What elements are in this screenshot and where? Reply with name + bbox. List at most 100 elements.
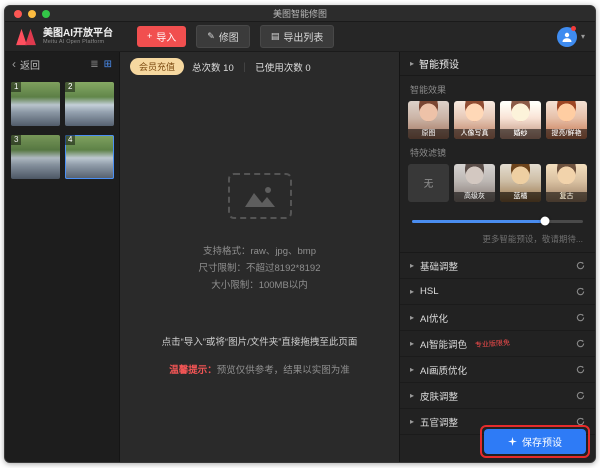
chevron-right-icon: ▸ <box>410 391 415 400</box>
effect-label: 婚纱 <box>500 129 541 139</box>
user-menu[interactable]: ▾ <box>556 25 585 47</box>
account-bar: 会员充值 总次数 10 ｜ 已使用次数 0 <box>120 52 399 81</box>
filter-item-label: 复古 <box>546 192 587 202</box>
back-arrow-icon: ‹ <box>12 57 16 71</box>
photo-thumbnail-3[interactable]: 3 <box>11 135 60 179</box>
chevron-right-icon: ▸ <box>410 59 415 68</box>
meitu-logo-icon <box>16 28 36 45</box>
section-label: 五官调整 <box>420 417 459 429</box>
section-ai-quality[interactable]: ▸ AI画质优化 <box>400 357 595 383</box>
section-ai-color[interactable]: ▸ AI智能调色 专业版限免 <box>400 331 595 357</box>
section-hsl[interactable]: ▸ HSL <box>400 279 595 305</box>
vip-recharge-button[interactable]: 会员充值 <box>130 58 185 75</box>
chevron-right-icon: ▸ <box>410 261 415 270</box>
filter-item-retro[interactable]: 复古 <box>546 164 587 202</box>
app-logo: 美图AI开放平台 Meitu AI Open Platform <box>15 28 113 46</box>
close-button[interactable] <box>14 10 22 18</box>
user-icon <box>562 32 572 42</box>
photo-thumbnail-4[interactable]: 4 <box>65 135 114 179</box>
section-label: AI优化 <box>420 313 448 325</box>
save-preset-label: 保存预设 <box>522 438 562 449</box>
logo-title: 美图AI开放平台 <box>43 27 113 39</box>
effect-label: 提亮/鲜艳 <box>546 129 587 139</box>
smart-effect-label: 智能效果 <box>410 85 447 95</box>
photo-thumbnail-2[interactable]: 2 <box>65 82 114 126</box>
section-basic-adjust[interactable]: ▸ 基础调整 <box>400 253 595 279</box>
reset-icon[interactable] <box>576 261 585 270</box>
effect-label: 原图 <box>408 129 449 139</box>
filter-none-label: 无 <box>423 179 434 190</box>
thumbnail-number: 1 <box>11 82 22 92</box>
effect-item-vivid[interactable]: 提亮/鲜艳 <box>546 101 587 139</box>
reset-icon[interactable] <box>576 339 585 348</box>
logo-subtitle: Meitu AI Open Platform <box>43 38 105 45</box>
notification-dot <box>570 25 576 31</box>
thumbnail-number: 2 <box>65 82 76 92</box>
filter-strength-slider[interactable] <box>412 215 583 227</box>
filter-item-gray[interactable]: 高级灰 <box>454 164 495 202</box>
back-button[interactable]: ‹ 返回 <box>12 57 40 72</box>
filter-item-label: 高级灰 <box>454 192 495 202</box>
section-ai-optimize[interactable]: ▸ AI优化 <box>400 305 595 331</box>
thumbnail-panel: ‹ 返回 ≣ ⊞ 1 2 3 4 <box>5 52 120 462</box>
save-preset-button[interactable]: 保存预设 <box>484 429 586 454</box>
slider-knob[interactable] <box>540 216 550 226</box>
smart-preset-header[interactable]: ▸ 智能预设 <box>400 52 595 76</box>
photo-thumbnail-1[interactable]: 1 <box>11 82 60 126</box>
chevron-right-icon: ▸ <box>410 417 415 426</box>
import-label: 导入 <box>156 33 177 44</box>
retouch-label: 修图 <box>218 33 239 44</box>
minimize-button[interactable] <box>28 10 36 18</box>
effect-item-wedding[interactable]: 婚纱 <box>500 101 541 139</box>
app-header: 美图AI开放平台 Meitu AI Open Platform + 导入 ✎ 修… <box>5 22 595 52</box>
effect-item-original[interactable]: 原图 <box>408 101 449 139</box>
image-placeholder-icon <box>244 187 275 207</box>
size-line: 大小限制：100MB以内 <box>211 280 308 291</box>
export-list-label: 导出列表 <box>283 33 324 44</box>
reset-icon[interactable] <box>576 365 585 374</box>
section-label: AI画质优化 <box>420 365 467 377</box>
format-line: 支持格式：raw、jpg、bmp <box>203 246 316 257</box>
adjust-sections: ▸ 基础调整 ▸ HSL ▸ AI优化 ▸ AI智能调色 专业版限免 ▸ AI画… <box>400 252 595 435</box>
thumbnail-number: 3 <box>11 135 22 145</box>
effect-item-portrait[interactable]: 人像写真 <box>454 101 495 139</box>
reset-icon[interactable] <box>576 287 585 296</box>
dimension-line: 尺寸限制：不超过8192*8192 <box>198 263 321 274</box>
section-skin-adjust[interactable]: ▸ 皮肤调整 <box>400 383 595 409</box>
chevron-down-icon: ▾ <box>580 32 585 41</box>
traffic-lights <box>14 10 50 18</box>
warm-tip-text: 预览仅供参考，结果以实图为准 <box>216 365 350 376</box>
section-label: AI智能调色 <box>420 339 467 351</box>
retouch-button[interactable]: ✎ 修图 <box>196 25 250 48</box>
import-button[interactable]: + 导入 <box>137 26 187 47</box>
reset-icon[interactable] <box>576 391 585 400</box>
filter-row: 无 高级灰 蓝橘 复古 <box>400 164 595 202</box>
thumbnail-grid: 1 2 3 4 <box>5 76 119 185</box>
chevron-right-icon: ▸ <box>410 287 415 296</box>
filter-label: 特效滤镜 <box>410 148 447 158</box>
pro-free-badge: 专业版限免 <box>474 339 511 349</box>
more-presets-hint: 更多智能预设，敬请期待... <box>482 234 583 244</box>
back-label: 返回 <box>20 60 40 72</box>
grid-view-icon[interactable]: ⊞ <box>104 59 112 70</box>
reset-icon[interactable] <box>576 313 585 322</box>
retouch-icon: ✎ <box>207 31 215 41</box>
warm-tip-label: 温馨提示： <box>169 365 217 376</box>
export-list-button[interactable]: ▤ 导出列表 <box>259 25 335 48</box>
section-label: 基础调整 <box>420 261 459 273</box>
drop-zone[interactable]: 支持格式：raw、jpg、bmp 尺寸限制：不超过8192*8192 大小限制：… <box>120 81 399 376</box>
main-workspace: 会员充值 总次数 10 ｜ 已使用次数 0 支持格式：raw、jpg、bmp 尺… <box>120 52 399 462</box>
filter-item-blueorange[interactable]: 蓝橘 <box>500 164 541 202</box>
warm-tip: 温馨提示：预览仅供参考，结果以实图为准 <box>169 362 350 376</box>
plus-icon: + <box>147 31 153 41</box>
preset-panel: ▸ 智能预设 智能效果 原图 人像写真 婚纱 提亮/鲜艳 特效滤镜 无 高级灰 … <box>399 52 595 462</box>
filter-item-none[interactable]: 无 <box>408 164 449 202</box>
list-view-icon[interactable]: ≣ <box>90 59 98 70</box>
maximize-button[interactable] <box>42 10 50 18</box>
image-placeholder <box>227 173 292 219</box>
window-title: 美图智能修图 <box>272 9 327 19</box>
total-count: 总次数 10 <box>192 62 234 74</box>
effect-row: 原图 人像写真 婚纱 提亮/鲜艳 <box>400 101 595 139</box>
thumbnail-panel-toolbar: ‹ 返回 ≣ ⊞ <box>5 52 119 76</box>
slider-fill <box>412 219 546 223</box>
